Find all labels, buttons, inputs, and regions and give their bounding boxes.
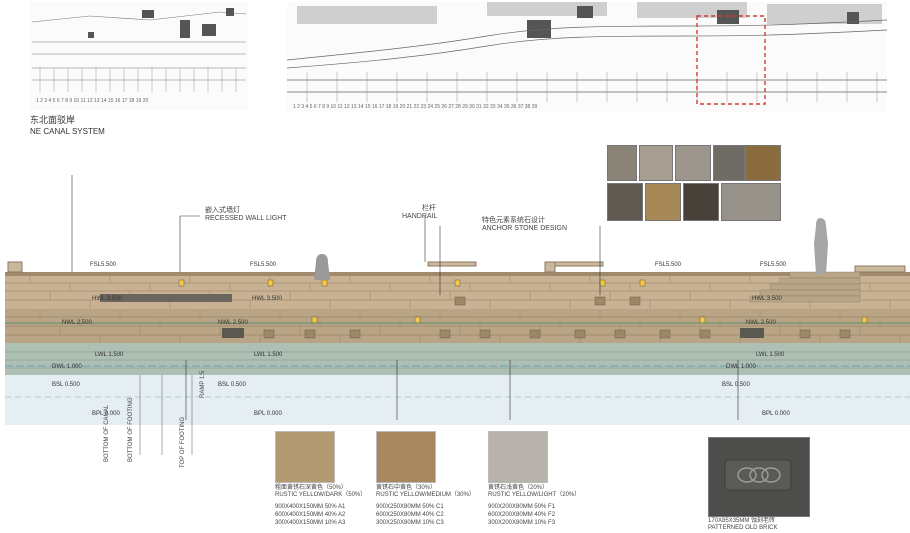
svg-text:1 2 3 4 5 6 7 8 9 10 11 12 13: 1 2 3 4 5 6 7 8 9 10 11 12 13 14 15 16 1… [293, 104, 538, 110]
level-label: HWL 3.500 [752, 296, 782, 302]
material-f-size: 300X200X80MM 10% F3 [488, 520, 556, 526]
level-label: BSL 0.500 [218, 382, 246, 388]
level-label: LWL 1.500 [254, 352, 283, 358]
brick-pattern-icon [724, 459, 792, 491]
material-swatch-f [488, 431, 548, 483]
material-c-size: 300X250X80MM 10% C3 [376, 520, 444, 526]
material-c-en: RUSTIC YELLOW/MEDIUM（30%） [376, 492, 475, 498]
level-label: HWL 3.500 [92, 296, 122, 302]
level-label: FSL5.500 [250, 262, 277, 268]
person-silhouette [314, 254, 330, 280]
material-swatch-c [376, 431, 436, 483]
material-f-en: RUSTIC YELLOW/LIGHT（20%） [488, 492, 581, 498]
level-label: FSL5.500 [90, 262, 117, 268]
brick-label: PATTERNED OLD BRICK [708, 525, 778, 531]
vertical-label: RAMP 1:5 [200, 370, 206, 398]
level-label: BSL 0.500 [52, 382, 80, 388]
section-title-cn: 东北面驳岸 [30, 115, 76, 125]
level-label: DWL 1.000 [726, 364, 756, 370]
site-plan-right: 1 2 3 4 5 6 7 8 9 10 11 12 13 14 15 16 1… [286, 2, 888, 112]
person-silhouette [814, 218, 828, 274]
level-label: BPL 0.000 [254, 411, 282, 417]
level-label: BPL 0.000 [762, 411, 790, 417]
material-f-size: 600X200X80MM 40% F2 [488, 512, 556, 518]
vertical-label: TOP OF FOOTING [180, 416, 186, 468]
material-a-size: 600X400X150MM 40% A2 [275, 512, 346, 518]
level-label: FSL5.500 [760, 262, 787, 268]
material-a-size: 900X400X150MM 50% A1 [275, 504, 346, 510]
wall-lower [5, 343, 910, 375]
level-label: FSL5.500 [655, 262, 682, 268]
site-plan-right-drawing: 1 2 3 4 5 6 7 8 9 10 11 12 13 14 15 16 1… [286, 2, 888, 112]
canal-water [5, 375, 910, 425]
callout-anchor-cn: 特色元素系统石设计 [482, 217, 545, 224]
dark-panel [222, 328, 244, 338]
level-label: HWL 3.500 [252, 296, 282, 302]
callout-lamp-en: RECESSED WALL LIGHT [205, 215, 287, 222]
material-a-size: 300X400X150MM 10% A3 [275, 520, 346, 526]
level-label: NWL 2.500 [746, 320, 776, 326]
site-plan-left-drawing: 1 2 3 4 5 6 7 8 9 10 11 12 13 14 15 16 1… [30, 2, 248, 110]
level-label: LWL 1.500 [95, 352, 124, 358]
material-swatch-a [275, 431, 335, 483]
material-a-en: RUSTIC YELLOW/DARK（50%） [275, 492, 367, 498]
level-label: LWL 1.500 [756, 352, 785, 358]
section-title-en: NE CANAL SYSTEM [30, 127, 105, 136]
level-label: BSL 0.500 [722, 382, 750, 388]
callout-anchor-en: ANCHOR STONE DESIGN [482, 225, 568, 232]
level-label: DWL 1.000 [52, 364, 82, 370]
patterned-brick-photo [708, 437, 810, 517]
callout-lamp-cn: 嵌入式墙灯 [205, 207, 240, 214]
svg-text:1 2 3 4 5 6 7 8 9 10 11 12 13: 1 2 3 4 5 6 7 8 9 10 11 12 13 14 15 16 1… [36, 98, 148, 104]
callout-rail-cn: 栏杆 [422, 205, 436, 212]
callout-rail-en: HANDRAIL [402, 213, 438, 220]
site-plan-left: 1 2 3 4 5 6 7 8 9 10 11 12 13 14 15 16 1… [30, 2, 248, 110]
brick-size: 170X85X35MM 蚀刻老砖 [708, 518, 776, 524]
vertical-label: BOTTOM OF FOOTING [128, 397, 134, 462]
material-f-size: 900X200X80MM 50% F1 [488, 504, 556, 510]
level-label: NWL 2.500 [218, 320, 248, 326]
dark-panel [740, 328, 764, 338]
vertical-label: BOTTOM OF CANAL [104, 404, 110, 462]
material-c-size: 900X250X80MM 50% C1 [376, 504, 444, 510]
level-label: NWL 2.500 [62, 320, 92, 326]
material-c-size: 600X250X80MM 40% C2 [376, 512, 444, 518]
